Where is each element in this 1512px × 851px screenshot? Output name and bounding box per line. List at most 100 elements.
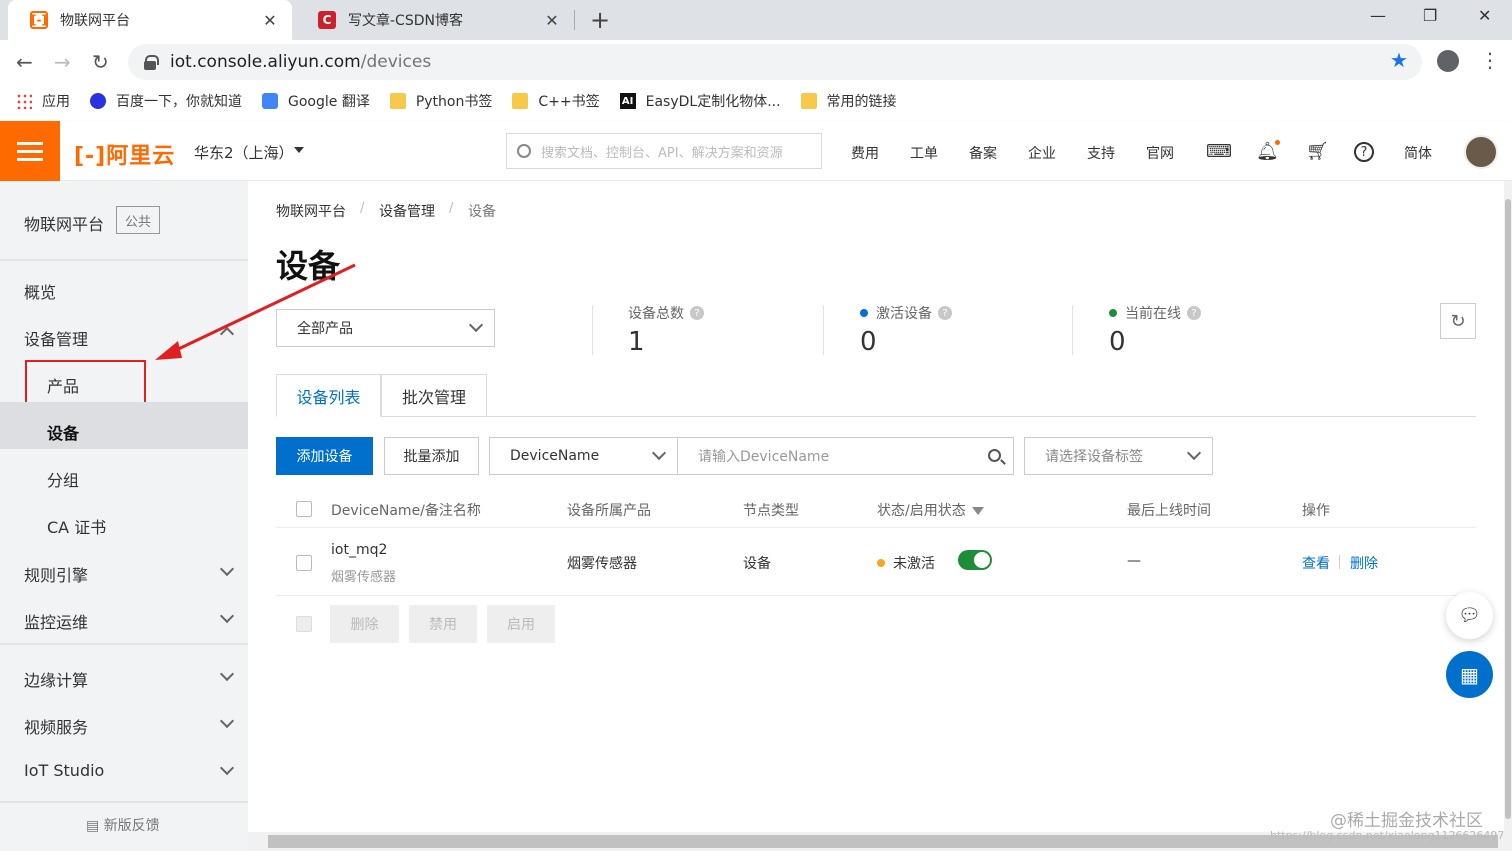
chevron-down-icon[interactable]: [219, 760, 235, 776]
nav-support[interactable]: 支持: [1087, 143, 1115, 163]
console-search-input[interactable]: 搜索文档、控制台、API、解决方案和资源: [506, 133, 822, 169]
help-icon[interactable]: ?: [1187, 306, 1201, 320]
bookmark-label: C++书签: [538, 94, 600, 110]
close-window-icon[interactable]: ✕: [1478, 6, 1491, 25]
search-field-select[interactable]: DeviceName: [489, 437, 678, 475]
sidebar-item-edge-computing[interactable]: 边缘计算: [24, 667, 88, 691]
bulk-select-checkbox[interactable]: [296, 616, 312, 632]
sidebar-item-devices[interactable]: 设备: [47, 420, 79, 444]
view-link[interactable]: 查看: [1302, 553, 1330, 573]
bookmark-baidu[interactable]: 百度一下，你就知道: [90, 91, 242, 111]
stat-online-value: 0: [1109, 327, 1126, 357]
bookmark-easydl[interactable]: AI EasyDL定制化物体...: [619, 91, 781, 111]
add-device-button[interactable]: 添加设备: [276, 437, 373, 475]
chat-icon[interactable]: 💬︎: [1446, 592, 1493, 639]
new-tab-icon[interactable]: +: [590, 6, 610, 34]
breadcrumb-device-management[interactable]: 设备管理: [379, 201, 435, 221]
device-product: 烟雾传感器: [567, 556, 637, 572]
folder-icon: [800, 93, 817, 109]
chevron-down-icon[interactable]: [219, 561, 235, 577]
select-all-checkbox[interactable]: [296, 501, 312, 517]
stat-label-text: 当前在线: [1125, 306, 1181, 322]
nav-tickets[interactable]: 工单: [910, 143, 938, 163]
nav-icp[interactable]: 备案: [969, 143, 997, 163]
product-select[interactable]: 全部产品: [276, 309, 495, 347]
address-bar[interactable]: iot.console.aliyun.com/devices: [128, 44, 1422, 80]
nav-website[interactable]: 官网: [1146, 143, 1174, 163]
tab-batch-management[interactable]: 批次管理: [381, 374, 487, 417]
forward-icon[interactable]: →: [54, 50, 71, 74]
sidebar-item-overview[interactable]: 概览: [24, 279, 56, 303]
restore-icon[interactable]: ❐: [1423, 6, 1437, 25]
chevron-down-icon[interactable]: [219, 713, 235, 729]
bookmark-label: 应用: [42, 94, 70, 110]
sidebar-item-monitoring[interactable]: 监控运维: [24, 609, 88, 633]
sidebar-item-iot-studio[interactable]: IoT Studio: [24, 761, 104, 780]
refresh-button[interactable]: ↻: [1440, 303, 1476, 339]
account-icon[interactable]: [1437, 50, 1459, 72]
vertical-scrollbar[interactable]: [1504, 181, 1512, 832]
bulk-enable-button[interactable]: 启用: [487, 605, 555, 643]
sidebar-item-ca-cert[interactable]: CA 证书: [47, 514, 106, 538]
region-selector[interactable]: 华东2（上海）: [194, 142, 294, 163]
search-icon[interactable]: [988, 449, 1001, 462]
chevron-down-icon[interactable]: [219, 666, 235, 682]
close-tab-icon[interactable]: ✕: [260, 11, 280, 30]
browser-tab-iot[interactable]: [-] 物联网平台 ✕: [8, 0, 292, 40]
batch-add-button[interactable]: 批量添加: [384, 437, 479, 475]
menu-toggle-icon[interactable]: [0, 121, 60, 181]
sidebar-item-video-service[interactable]: 视频服务: [24, 714, 88, 738]
row-checkbox[interactable]: [296, 555, 312, 571]
bulk-disable-button[interactable]: 禁用: [409, 605, 477, 643]
filter-icon[interactable]: [971, 507, 984, 515]
tab-device-list[interactable]: 设备列表: [276, 374, 381, 417]
bookmark-common-links[interactable]: 常用的链接: [800, 91, 897, 111]
bookmark-label: Python书签: [415, 94, 493, 110]
node-type: 设备: [743, 556, 771, 572]
feedback-link[interactable]: ▤ 新版反馈: [86, 815, 160, 835]
minimize-icon[interactable]: —: [1370, 6, 1386, 25]
device-search-input[interactable]: 请输入DeviceName: [677, 437, 1014, 475]
caret-down-icon[interactable]: [294, 147, 304, 153]
bookmark-google-translate[interactable]: Google 翻译: [262, 91, 370, 111]
cart-icon[interactable]: 🛒︎: [1306, 141, 1329, 162]
enable-toggle[interactable]: [958, 550, 992, 570]
bookmark-apps[interactable]: 应用: [16, 91, 70, 111]
nav-enterprise[interactable]: 企业: [1028, 143, 1056, 163]
breadcrumb-separator: /: [449, 201, 454, 216]
bookmark-star-icon[interactable]: ★: [1390, 48, 1408, 72]
device-tag-select[interactable]: 请选择设备标签: [1024, 437, 1213, 475]
help-icon[interactable]: ?: [1354, 142, 1374, 162]
bookmark-cpp[interactable]: C++书签: [512, 91, 600, 111]
close-tab-icon[interactable]: ✕: [542, 11, 562, 30]
bookmark-python[interactable]: Python书签: [389, 91, 493, 111]
breadcrumb-separator: /: [360, 201, 365, 216]
browser-menu-icon[interactable]: ⋮: [1480, 48, 1500, 72]
breadcrumb-iot-platform[interactable]: 物联网平台: [276, 201, 346, 221]
chevron-up-icon[interactable]: [219, 326, 235, 342]
highlight-box: [25, 360, 146, 407]
sidebar-item-rules-engine[interactable]: 规则引擎: [24, 562, 88, 586]
nav-billing[interactable]: 费用: [851, 143, 879, 163]
help-icon[interactable]: ?: [938, 306, 952, 320]
console-topbar: [-]阿里云 华东2（上海） 搜索文档、控制台、API、解决方案和资源 费用 工…: [0, 121, 1512, 181]
sidebar-item-device-management[interactable]: 设备管理: [24, 326, 88, 350]
scrollbar-thumb[interactable]: [1505, 199, 1511, 819]
help-icon[interactable]: ?: [690, 306, 704, 320]
aliyun-logo[interactable]: [-]阿里云: [74, 138, 175, 170]
sidebar-item-groups[interactable]: 分组: [47, 467, 79, 491]
chevron-down-icon[interactable]: [219, 608, 235, 624]
delete-link[interactable]: 删除: [1350, 553, 1378, 573]
reload-icon[interactable]: ↻: [92, 50, 109, 74]
terminal-icon[interactable]: ⌨: [1206, 141, 1232, 162]
divider: [1072, 305, 1073, 355]
avatar[interactable]: [1464, 135, 1498, 169]
apps-grid-icon[interactable]: ▦: [1446, 651, 1493, 698]
language-switch[interactable]: 简体: [1404, 143, 1432, 163]
bulk-delete-button[interactable]: 删除: [330, 605, 399, 643]
browser-tab-csdn[interactable]: C 写文章-CSDN博客 ✕: [296, 0, 574, 40]
divider: [592, 305, 593, 355]
stat-total-value: 1: [628, 327, 645, 357]
bookmark-label: 百度一下，你就知道: [116, 94, 242, 110]
back-icon[interactable]: ←: [16, 50, 33, 74]
